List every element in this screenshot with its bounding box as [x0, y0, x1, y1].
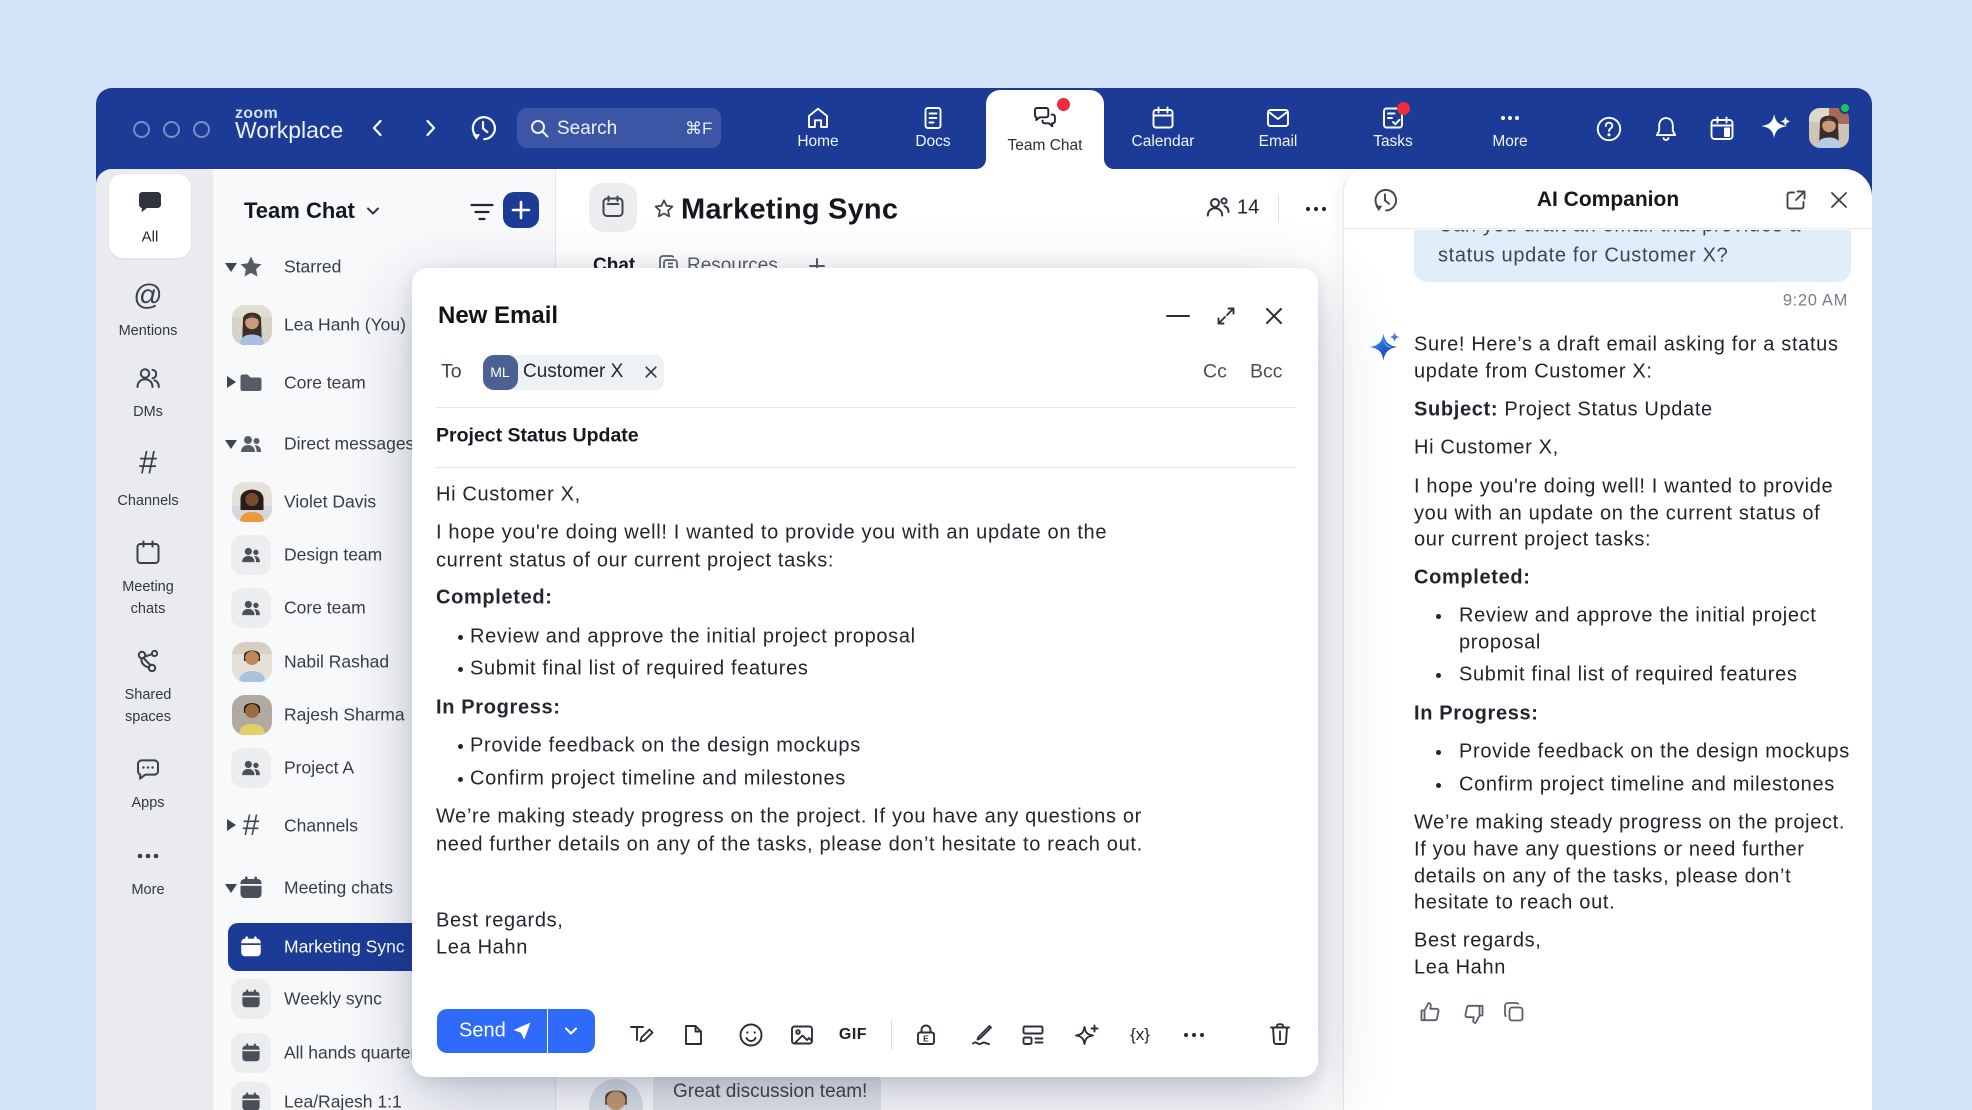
svg-text:E: E	[923, 1034, 929, 1044]
